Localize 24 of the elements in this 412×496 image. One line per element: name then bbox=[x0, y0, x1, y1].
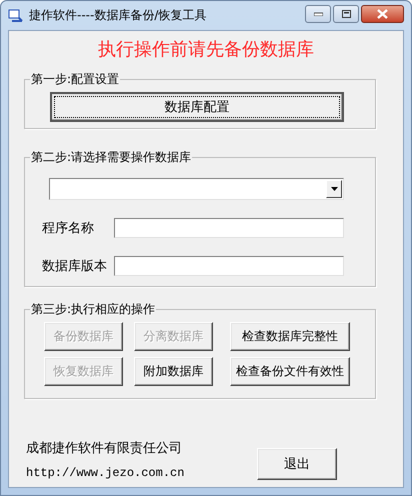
field-label: 数据库版本 bbox=[42, 258, 108, 275]
database-dropdown[interactable] bbox=[49, 178, 344, 200]
maximize-button[interactable] bbox=[333, 4, 359, 22]
maximize-icon bbox=[342, 10, 350, 18]
group-legend: 第二步:请选择需要操作数据库 bbox=[30, 149, 192, 166]
operation-button[interactable]: 检查备份文件有效性 bbox=[230, 357, 350, 386]
field-label: 程序名称 bbox=[42, 220, 95, 237]
group-legend: 第一步:配置设置 bbox=[30, 71, 120, 88]
minimize-button[interactable] bbox=[305, 4, 331, 22]
input-field[interactable] bbox=[114, 218, 344, 238]
input-field[interactable] bbox=[114, 256, 344, 276]
group-legend: 第三步:执行相应的操作 bbox=[30, 301, 156, 318]
close-icon bbox=[377, 8, 388, 18]
minimize-icon bbox=[314, 12, 322, 16]
warning-text: 执行操作前请先备份数据库 bbox=[98, 38, 314, 61]
close-button[interactable] bbox=[361, 4, 404, 22]
company-name: 成都捷作软件有限责任公司 bbox=[26, 440, 183, 457]
exit-button[interactable]: 退出 bbox=[257, 448, 337, 480]
app-icon bbox=[8, 8, 24, 22]
website-url: http://www.jezo.com.cn bbox=[26, 466, 184, 480]
database-config-button[interactable]: 数据库配置 bbox=[50, 92, 344, 122]
window-title: 捷作软件----数据库备份/恢复工具 bbox=[29, 7, 206, 24]
operation-button[interactable]: 附加数据库 bbox=[134, 357, 213, 386]
operation-button[interactable]: 检查数据库完整性 bbox=[230, 322, 350, 351]
